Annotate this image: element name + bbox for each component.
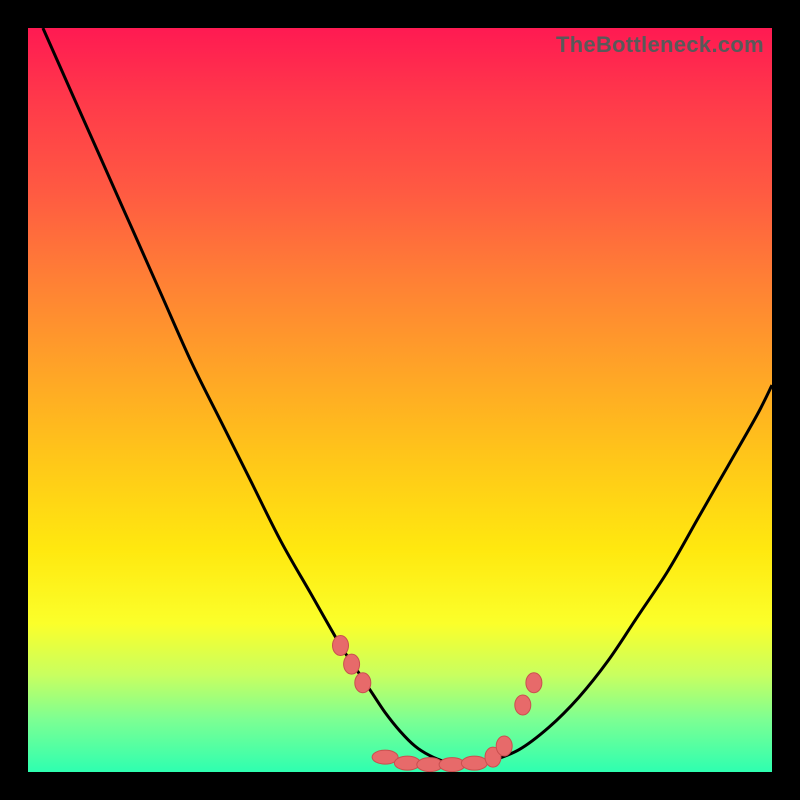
curve-marker [344,654,360,674]
curve-marker [496,736,512,756]
curve-marker [515,695,531,715]
curve-marker [461,756,487,770]
curve-marker [394,756,420,770]
curve-path [43,28,772,765]
curve-marker [526,673,542,693]
curve-marker [333,636,349,656]
curve-markers [333,636,542,772]
curve-marker [355,673,371,693]
chart-frame: TheBottleneck.com [0,0,800,800]
bottleneck-curve [28,28,772,772]
plot-area: TheBottleneck.com [28,28,772,772]
